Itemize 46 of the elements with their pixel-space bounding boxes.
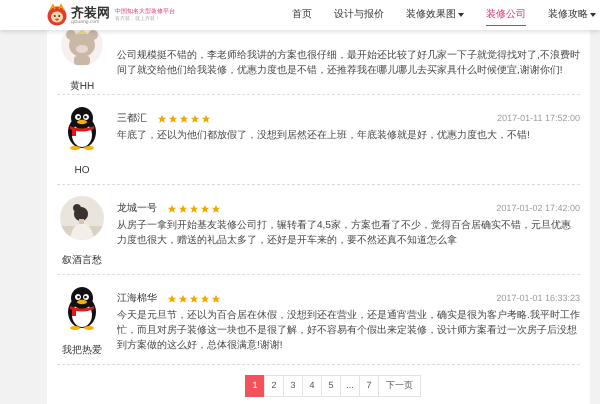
review-date: 2017-01-11 17:52:00: [497, 112, 580, 125]
author-name: 叙酒言愁: [62, 254, 102, 268]
star-icon: [201, 114, 211, 124]
page-link[interactable]: ...: [340, 375, 360, 397]
review-text: 从房子一拿到开始基友装修公司打，辗转看了4,5家，方案也看了不少，觉得百合居确实不错，元旦优惠力度也很大，赠送的礼品太多了，还好是开车来的，要不然还真不知道怎么拿: [117, 218, 572, 248]
review-text: 年底了，还以为他们都放假了，没想到居然还在上班，年底装修就是好，优惠力度也大，不错!: [117, 128, 531, 143]
author-name: 黄HH: [70, 80, 94, 94]
page-link[interactable]: 5: [321, 375, 341, 397]
page-link[interactable]: 2: [264, 375, 284, 397]
star-icon: [200, 294, 210, 304]
star-icon: [211, 204, 221, 214]
caret-icon: [458, 12, 464, 16]
star-icon: [178, 204, 188, 214]
star-icon: [179, 114, 189, 124]
bear-icon: [60, 30, 104, 66]
nav-link[interactable]: 装修攻略: [548, 4, 596, 26]
reviewer-name: 龙城一号: [117, 202, 157, 216]
star-icon: [167, 204, 177, 214]
nav-link[interactable]: 首页: [292, 4, 312, 26]
reviewer-name: 三都汇: [117, 112, 147, 126]
author-name: HO: [74, 164, 90, 178]
star-icon: [189, 294, 199, 304]
star-icon: [200, 204, 210, 214]
star-icon: [167, 294, 177, 304]
nav-link[interactable]: 装修公司: [486, 4, 526, 26]
review-date: 2017-01-02 17:42:00: [496, 202, 580, 215]
review-date: 2017-01-01 16:33:23: [496, 292, 580, 305]
nav-link[interactable]: 装修效果图: [406, 4, 464, 26]
author-name: 我把热爱: [62, 344, 102, 358]
star-icon: [189, 204, 199, 214]
nav-link[interactable]: 设计与报价: [334, 4, 384, 26]
star-icon: [168, 114, 178, 124]
star-icon: [157, 114, 167, 124]
reviewer-name: 江海棉华: [117, 292, 157, 306]
review-text: 今天是元旦节，还以为百合居在休假，没想到还在营业，还是通宵营业，确实是很为客户考略.我平时工作忙，而且对房子装修这一块也不是很了解，好不容易有个假出来定装修，设计师方案看过一次房子后没想到方案做的这么好，总体很满意!谢谢!: [117, 308, 580, 353]
star-icon: [211, 294, 221, 304]
page-link[interactable]: 7: [359, 375, 379, 397]
next-page-link[interactable]: 下一页: [378, 375, 421, 397]
star-icon: [190, 114, 200, 124]
caret-icon: [590, 12, 596, 16]
review-text: 公司规模挺不错的，李老师给我讲的方案也很仔细，最开始还比较了好几家一下子就觉得找对了,不浪费时间了就交给他们给我装修，优惠力度也是不错，还推荐我在哪儿哪儿去买家具什么时候便宜,谢谢你们!: [117, 48, 580, 78]
page-link[interactable]: 4: [302, 375, 322, 397]
star-icon: [178, 294, 188, 304]
page-link[interactable]: 3: [283, 375, 303, 397]
logo-icon: [46, 4, 68, 26]
logo-text: 齐装网: [71, 6, 110, 18]
